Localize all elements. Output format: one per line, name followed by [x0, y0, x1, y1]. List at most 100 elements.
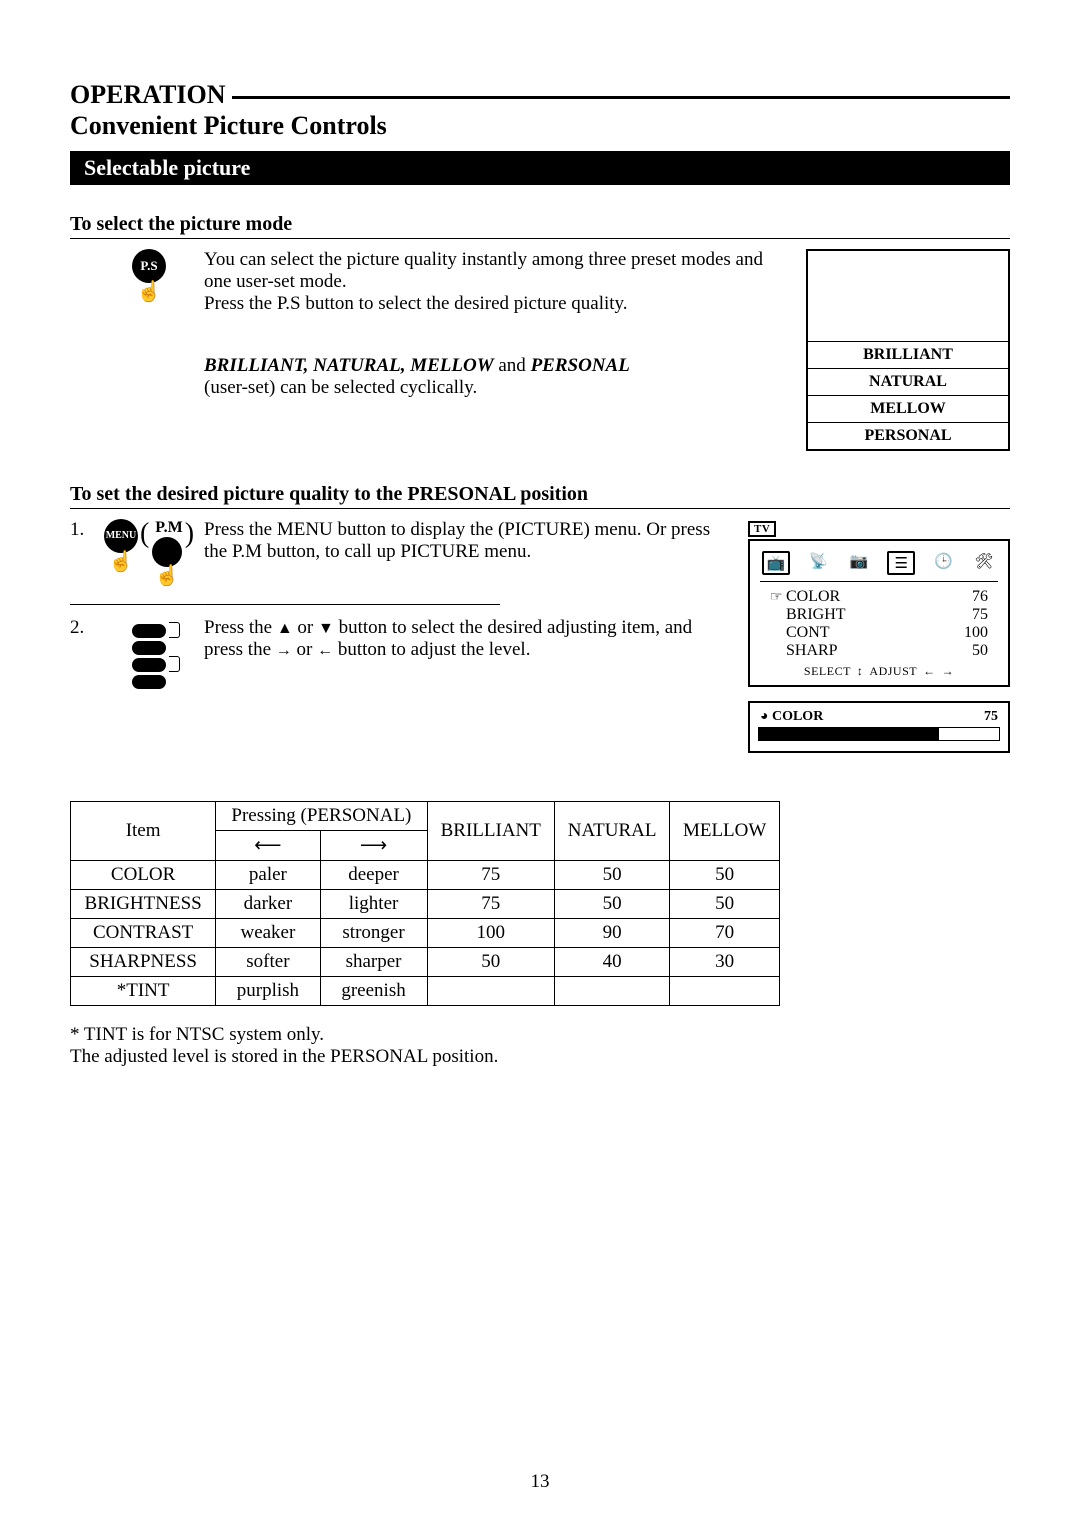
osd-item-value: 100: [964, 624, 988, 642]
antenna-icon: 📡: [806, 551, 830, 571]
table-cell: lighter: [320, 890, 427, 919]
modes-personal: PERSONAL: [531, 355, 630, 376]
updown-arrows-icon: ↕: [857, 664, 864, 679]
table-cell: purplish: [216, 977, 320, 1006]
down-arrow-icon: ▼: [318, 620, 334, 637]
step2-text-e: button to adjust the level.: [333, 639, 530, 660]
step2-text-a: Press the: [204, 617, 277, 638]
osd-menu: ☞COLOR76 BRIGHT75 CONT100 SHARP50 SELECT…: [760, 588, 998, 679]
select-mode-heading: To select the picture mode: [70, 213, 1010, 239]
osd-bar-box: ◕ COLOR 75: [748, 701, 1010, 753]
tools-icon: 🛠: [972, 551, 996, 571]
table-cell: 100: [427, 919, 554, 948]
table-row: *TINTpurplishgreenish: [71, 977, 780, 1006]
step2-text-b: or: [293, 617, 318, 638]
ps-button-glyph: P.S: [132, 249, 166, 283]
osd-item-label: CONT: [786, 624, 830, 641]
menu-pm-button-icon: MENU ☝ ( P.M ☝ ): [94, 519, 204, 588]
modes-line2: (user-set) can be selected cyclically.: [204, 377, 477, 398]
tv-icon: 📺: [762, 551, 790, 575]
list-icon: ☰: [887, 551, 915, 575]
table-cell: softer: [216, 948, 320, 977]
footnote-tint: * TINT is for NTSC system only.: [70, 1024, 1010, 1046]
section-heading: OPERATION: [70, 80, 232, 110]
page-subtitle: Convenient Picture Controls: [70, 111, 1010, 141]
table-cell: [554, 977, 669, 1006]
tv-mode-item: BRILLIANT: [808, 341, 1008, 368]
select-mode-p1: You can select the picture quality insta…: [204, 249, 763, 292]
osd-adjust-label: ADJUST: [869, 664, 917, 679]
pointer-icon: ☞: [770, 589, 786, 606]
left-arrow-icon: ←: [317, 642, 333, 659]
th-mellow: MELLOW: [670, 802, 780, 861]
step-number: 2.: [70, 617, 94, 639]
osd-item-value: 50: [972, 642, 988, 660]
table-cell: weaker: [216, 919, 320, 948]
table-cell: paler: [216, 861, 320, 890]
table-cell: CONTRAST: [71, 919, 216, 948]
table-cell: *TINT: [71, 977, 216, 1006]
th-natural: NATURAL: [554, 802, 669, 861]
table-cell: COLOR: [71, 861, 216, 890]
up-arrow-icon: ▲: [277, 620, 293, 637]
camera-icon: 📷: [847, 551, 871, 571]
tv-mode-item: NATURAL: [808, 368, 1008, 395]
feature-banner: Selectable picture: [70, 151, 1010, 185]
table-cell: SHARPNESS: [71, 948, 216, 977]
select-mode-p2: Press the P.S button to select the desir…: [204, 293, 628, 314]
table-cell: 50: [427, 948, 554, 977]
tv-badge: TV: [748, 521, 776, 537]
modes-list: BRILLIANT, NATURAL, MELLOW: [204, 355, 494, 376]
th-pressing: Pressing (PERSONAL): [216, 802, 427, 831]
globe-icon: ◕: [760, 709, 768, 724]
page-number: 13: [0, 1471, 1080, 1493]
left-arrow-icon: ⟵: [254, 835, 281, 856]
osd-item-value: 76: [972, 588, 988, 606]
table-cell: BRIGHTNESS: [71, 890, 216, 919]
table-cell: 70: [670, 919, 780, 948]
step-divider: [70, 604, 500, 605]
table-cell: [427, 977, 554, 1006]
osd-item-label: COLOR: [786, 588, 840, 605]
hand-icon: ☝: [132, 279, 166, 304]
th-item: Item: [71, 802, 216, 861]
modes-tail: and: [494, 355, 531, 376]
right-arrow-icon: →: [276, 642, 292, 659]
table-cell: stronger: [320, 919, 427, 948]
table-row: SHARPNESSsoftersharper504030: [71, 948, 780, 977]
table-row: BRIGHTNESSdarkerlighter755050: [71, 890, 780, 919]
step1-text: Press the MENU button to display the (PI…: [204, 519, 710, 562]
hand-icon: ☝: [151, 563, 182, 588]
table-cell: 30: [670, 948, 780, 977]
clock-icon: 🕒: [932, 551, 956, 571]
tv-mode-item: PERSONAL: [808, 422, 1008, 449]
menu-button-glyph: MENU: [104, 519, 138, 553]
settings-table: Item Pressing (PERSONAL) BRILLIANT NATUR…: [70, 801, 780, 1006]
paren-icon: ): [185, 519, 194, 549]
osd-select-label: SELECT: [804, 664, 851, 679]
table-cell: sharper: [320, 948, 427, 977]
pm-label: P.M: [155, 519, 182, 536]
personal-heading: To set the desired picture quality to th…: [70, 483, 1010, 509]
table-cell: darker: [216, 890, 320, 919]
osd-item-label: SHARP: [786, 642, 838, 659]
bar-value: 75: [984, 709, 998, 725]
cursor-buttons-icon: [94, 617, 204, 692]
table-cell: 75: [427, 890, 554, 919]
table-cell: deeper: [320, 861, 427, 890]
th-left-arrow: ⟵: [216, 831, 320, 861]
tv-mode-item: MELLOW: [808, 395, 1008, 422]
table-cell: greenish: [320, 977, 427, 1006]
tv-screen-osd: TV 📺 📡 📷 ☰ 🕒 🛠 ☞COLOR76 BRIGHT75 CONT100…: [748, 519, 1010, 753]
osd-item-value: 75: [972, 606, 988, 624]
table-cell: 75: [427, 861, 554, 890]
paren-icon: (: [140, 519, 149, 549]
right-arrow-icon: →: [942, 664, 955, 679]
osd-icon-strip: 📺 📡 📷 ☰ 🕒 🛠: [760, 551, 998, 582]
table-cell: [670, 977, 780, 1006]
table-row: CONTRASTweakerstronger1009070: [71, 919, 780, 948]
table-cell: 90: [554, 919, 669, 948]
table-cell: 50: [670, 861, 780, 890]
step2-text-d: or: [292, 639, 317, 660]
table-row: COLORpalerdeeper755050: [71, 861, 780, 890]
